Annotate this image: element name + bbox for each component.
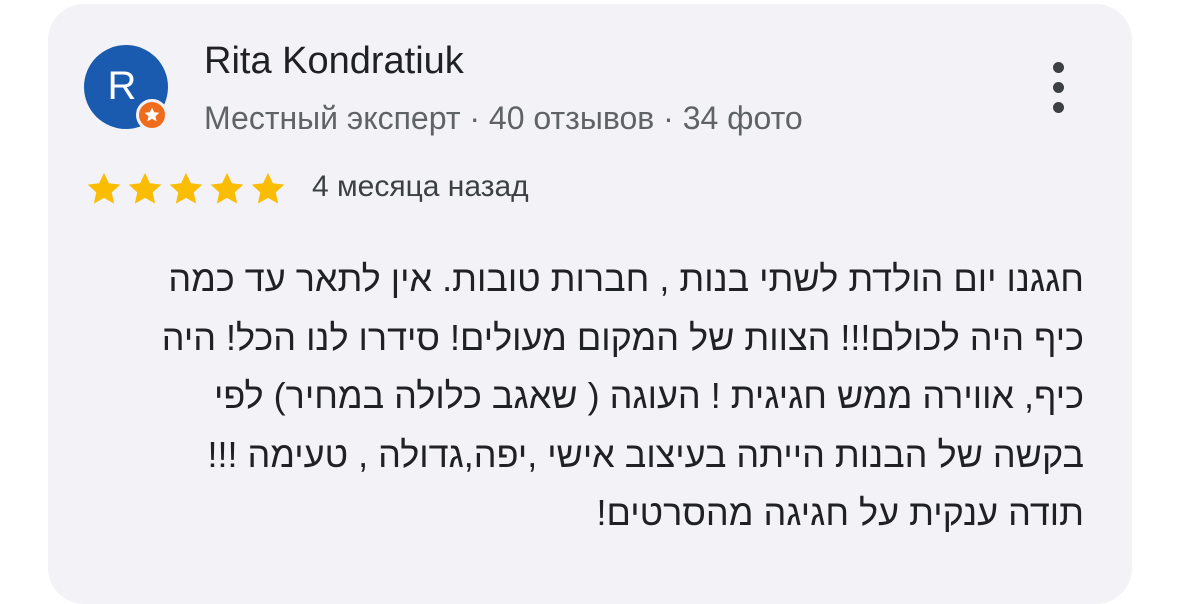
review-text-line: בקשה של הבנות הייתה בעיצוב אישי ,יפה,גדו… [207, 433, 1084, 475]
author-meta: Местный эксперт · 40 отзывов · 34 фото [204, 100, 803, 136]
avatar-initial: R [107, 64, 137, 108]
star-icon [251, 172, 285, 204]
review-text: חגגנו יום הולדת לשתי בנות , חברות טובות.… [78, 250, 1084, 543]
review-text-line: חגגנו יום הולדת לשתי בנות , חברות טובות.… [168, 258, 1084, 299]
local-guide-badge-icon [136, 99, 168, 131]
review-text-line: תודה ענקית על חגיגה מהסרטים! [596, 492, 1084, 533]
more-vert-icon[interactable] [1040, 58, 1078, 118]
star-icon [210, 172, 244, 204]
star-icon [87, 172, 121, 204]
review-text-line: כיף היה לכולם!!! הצוות של המקום מעולים! … [161, 316, 1084, 358]
star-icon [128, 172, 162, 204]
review-date: 4 месяца назад [312, 170, 529, 203]
star-icon [169, 172, 203, 204]
author-name[interactable]: Rita Kondratiuk [204, 40, 464, 83]
review-text-line: כיף, אווירה ממש חגיגית ! העוגה ( שאגב כל… [213, 375, 1084, 416]
star-rating [84, 170, 288, 208]
